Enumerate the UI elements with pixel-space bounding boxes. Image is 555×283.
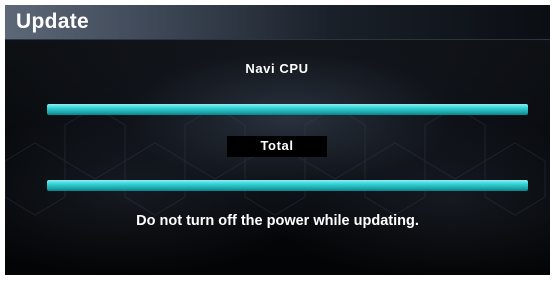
- update-screen: Update Navi CPU Total Do not turn off th…: [5, 5, 550, 275]
- navi-cpu-progress-fill: [47, 104, 528, 115]
- total-progress-bar: [47, 180, 528, 191]
- navi-cpu-progress-bar: [47, 104, 528, 115]
- navi-cpu-label: Navi CPU: [245, 61, 309, 76]
- total-label: Total: [227, 136, 327, 157]
- header-bar: Update: [5, 5, 550, 40]
- total-progress-fill: [47, 180, 528, 191]
- power-warning-message: Do not turn off the power while updating…: [136, 213, 419, 229]
- screen-title: Update: [16, 10, 89, 33]
